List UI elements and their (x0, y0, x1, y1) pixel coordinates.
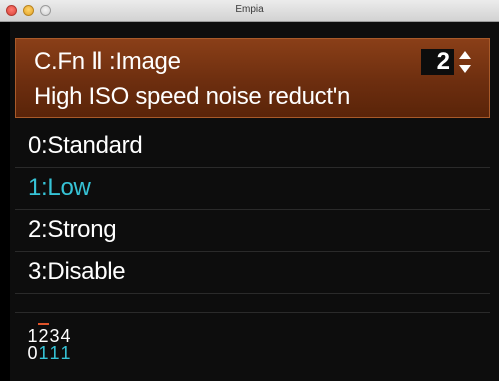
camera-menu-screen: C.Fn Ⅱ :Image High ISO speed noise reduc… (10, 22, 499, 381)
option-item[interactable]: 3:Disable (15, 252, 490, 294)
option-item[interactable]: 0:Standard (15, 126, 490, 168)
summary-column: 41 (60, 327, 71, 363)
summary-column: 31 (49, 327, 60, 363)
option-item[interactable]: 2:Strong (15, 210, 490, 252)
title-bar: Empia (0, 0, 499, 22)
summary-setting-value: 0 (27, 343, 38, 363)
option-label: 1:Low (28, 174, 91, 201)
custom-function-name: High ISO speed noise reduct'n (34, 83, 351, 110)
current-function-marker (38, 323, 49, 325)
summary-setting-value: 1 (49, 343, 60, 363)
footer-divider (15, 312, 490, 313)
summary-setting-value: 1 (38, 343, 49, 363)
option-label: 2:Strong (28, 216, 117, 243)
options-list: 0:Standard 1:Low 2:Strong 3:Disable (15, 126, 490, 294)
custom-function-header: C.Fn Ⅱ :Image High ISO speed noise reduc… (15, 38, 490, 118)
summary-column: 10 (27, 327, 38, 363)
summary-column: 21 (38, 323, 49, 363)
option-item[interactable]: 1:Low (15, 168, 490, 210)
up-down-arrows-icon[interactable] (457, 49, 473, 75)
option-label: 0:Standard (28, 132, 143, 159)
summary-setting-value: 1 (60, 343, 71, 363)
option-label: 3:Disable (28, 258, 126, 285)
settings-summary: 10213141 (27, 323, 71, 363)
app-window: Empia C.Fn Ⅱ :Image High ISO speed noise… (0, 0, 499, 381)
window-title: Empia (235, 4, 264, 15)
custom-function-group-title: C.Fn Ⅱ :Image (34, 48, 181, 75)
function-number[interactable]: 2 (421, 49, 454, 75)
